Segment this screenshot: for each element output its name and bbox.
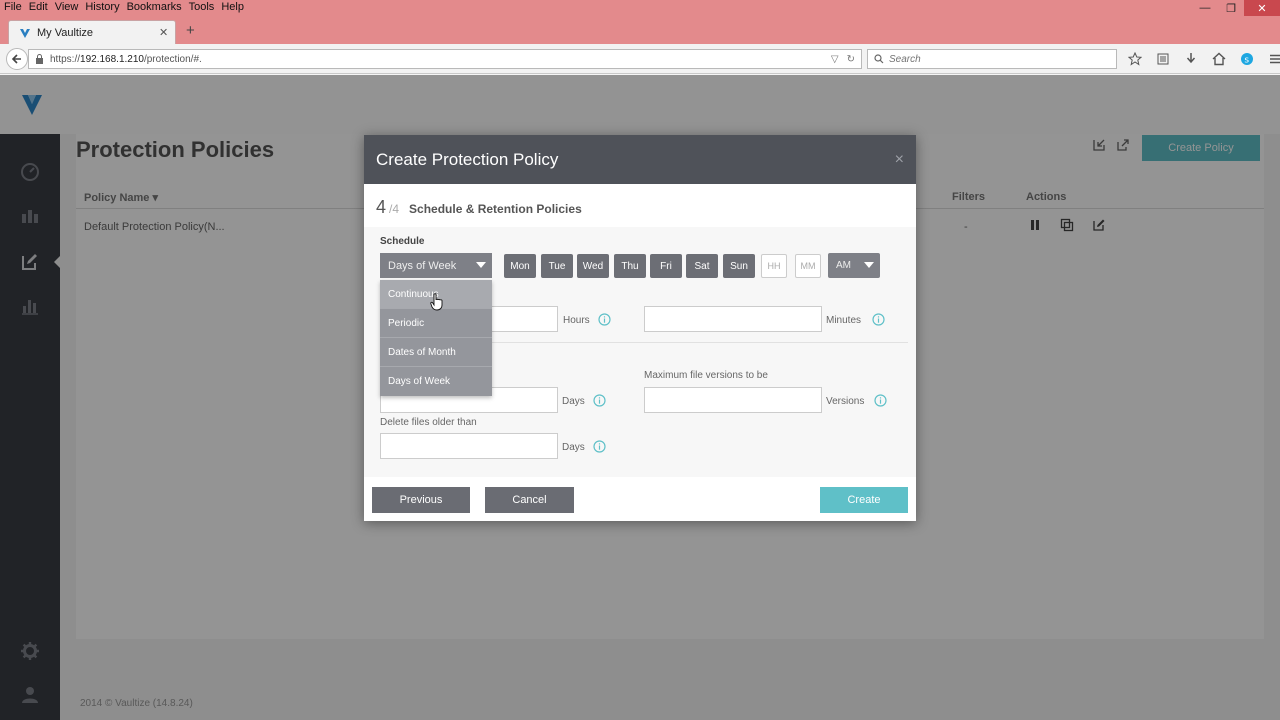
day-toggle-thu[interactable]: Thu	[614, 254, 646, 278]
step-total: /4	[389, 202, 400, 216]
bookmark-star-icon[interactable]	[1126, 51, 1144, 67]
info-icon[interactable]	[874, 394, 887, 407]
svg-text:s: s	[1244, 55, 1249, 65]
max-versions-input[interactable]	[644, 387, 822, 413]
schedule-select[interactable]: Days of Week	[380, 253, 492, 278]
reload-icon[interactable]: ↻	[847, 54, 855, 65]
chevron-down-icon	[476, 262, 486, 268]
day-toggle-tue[interactable]: Tue	[541, 254, 573, 278]
reading-list-icon[interactable]	[1154, 51, 1172, 67]
menu-help[interactable]: Help	[221, 1, 244, 13]
menu-edit[interactable]: Edit	[29, 1, 48, 13]
minute-input[interactable]: MM	[795, 254, 821, 278]
tab-bar: My Vaultize ✕ +	[0, 16, 1280, 44]
navigation-bar: https://192.168.1.210/protection/#. ▽ ↻ …	[0, 44, 1280, 74]
menu-list: File Edit View History Bookmarks Tools H…	[4, 1, 244, 13]
menu-hamburger-icon[interactable]	[1266, 51, 1280, 67]
modal-title: Create Protection Policy	[376, 150, 559, 169]
menu-tools[interactable]: Tools	[189, 1, 215, 13]
step-label: Schedule & Retention Policies	[409, 202, 582, 216]
window-controls: — ❐ ✕	[1192, 0, 1280, 16]
minutes-unit: Minutes	[826, 315, 862, 326]
cancel-button[interactable]: Cancel	[485, 487, 574, 513]
schedule-option-dates-of-month[interactable]: Dates of Month	[380, 338, 492, 367]
window-close-icon[interactable]: ✕	[1244, 0, 1280, 16]
info-icon[interactable]	[872, 313, 885, 326]
dropdown-arrow-icon[interactable]: ▽	[831, 54, 839, 65]
day-toggle-sun[interactable]: Sun	[723, 254, 755, 278]
day-toggle-mon[interactable]: Mon	[504, 254, 536, 278]
restore-icon[interactable]: ❐	[1218, 0, 1244, 16]
info-icon[interactable]	[593, 440, 606, 453]
hour-input[interactable]: HH	[761, 254, 787, 278]
home-icon[interactable]	[1210, 51, 1228, 67]
hours-unit: Hours	[563, 315, 590, 326]
hand-cursor-icon	[430, 293, 443, 311]
browser-menubar: File Edit View History Bookmarks Tools H…	[0, 0, 1280, 16]
chevron-down-icon	[864, 262, 874, 268]
menu-bookmarks[interactable]: Bookmarks	[127, 1, 182, 13]
ampm-value: AM	[836, 260, 851, 271]
close-icon[interactable]: ×	[895, 151, 904, 169]
days-unit: Days	[562, 396, 585, 407]
back-arrow-icon	[11, 54, 21, 64]
search-input[interactable]	[889, 53, 1089, 65]
day-toggle-wed[interactable]: Wed	[577, 254, 609, 278]
minutes-input[interactable]	[644, 306, 822, 332]
browser-toolbar-icons: s	[1126, 51, 1280, 67]
modal-footer: Previous Cancel Create	[364, 477, 916, 521]
ampm-select[interactable]: AM	[828, 253, 880, 278]
modal-body: Schedule Days of Week Mon Tue Wed Thu Fr…	[364, 227, 916, 477]
search-bar[interactable]	[867, 49, 1117, 69]
delete-older-label: Delete files older than	[380, 417, 477, 428]
max-versions-label: Maximum file versions to be	[644, 370, 768, 381]
menu-file[interactable]: File	[4, 1, 22, 13]
days-unit: Days	[562, 442, 585, 453]
skype-icon[interactable]: s	[1238, 51, 1256, 67]
url-prefix: https://	[50, 53, 81, 65]
new-tab-icon[interactable]: +	[186, 22, 195, 39]
url-text: https://192.168.1.210/protection/#.	[50, 54, 831, 65]
delete-older-input[interactable]	[380, 433, 558, 459]
schedule-option-days-of-week[interactable]: Days of Week	[380, 367, 492, 396]
browser-tab[interactable]: My Vaultize ✕	[8, 20, 176, 44]
menu-history[interactable]: History	[85, 1, 119, 13]
create-policy-modal: Create Protection Policy × 4 /4 Schedule…	[364, 135, 916, 521]
info-icon[interactable]	[598, 313, 611, 326]
tab-title: My Vaultize	[37, 26, 94, 39]
info-icon[interactable]	[593, 394, 606, 407]
step-indicator: 4 /4 Schedule & Retention Policies	[376, 197, 582, 218]
url-actions: ▽ ↻	[831, 54, 855, 65]
versions-unit: Versions	[826, 396, 865, 407]
previous-button[interactable]: Previous	[372, 487, 470, 513]
schedule-selected-value: Days of Week	[388, 259, 457, 272]
download-icon[interactable]	[1182, 51, 1200, 67]
search-icon	[874, 54, 884, 64]
url-bar[interactable]: https://192.168.1.210/protection/#. ▽ ↻	[28, 49, 862, 69]
step-current: 4	[376, 197, 387, 217]
url-host: 192.168.1.210	[80, 53, 144, 65]
schedule-label: Schedule	[380, 236, 425, 247]
create-button[interactable]: Create	[820, 487, 908, 513]
tab-close-icon[interactable]: ✕	[159, 26, 175, 39]
back-button[interactable]	[6, 48, 28, 70]
day-toggle-sat[interactable]: Sat	[686, 254, 718, 278]
url-path: /protection/#.	[143, 53, 202, 65]
day-toggle-fri[interactable]: Fri	[650, 254, 682, 278]
menu-view[interactable]: View	[55, 1, 79, 13]
modal-header: Create Protection Policy ×	[364, 135, 916, 184]
schedule-option-periodic[interactable]: Periodic	[380, 309, 492, 338]
lock-icon	[36, 54, 43, 64]
vaultize-favicon-icon	[20, 28, 30, 38]
minimize-icon[interactable]: —	[1192, 0, 1218, 16]
